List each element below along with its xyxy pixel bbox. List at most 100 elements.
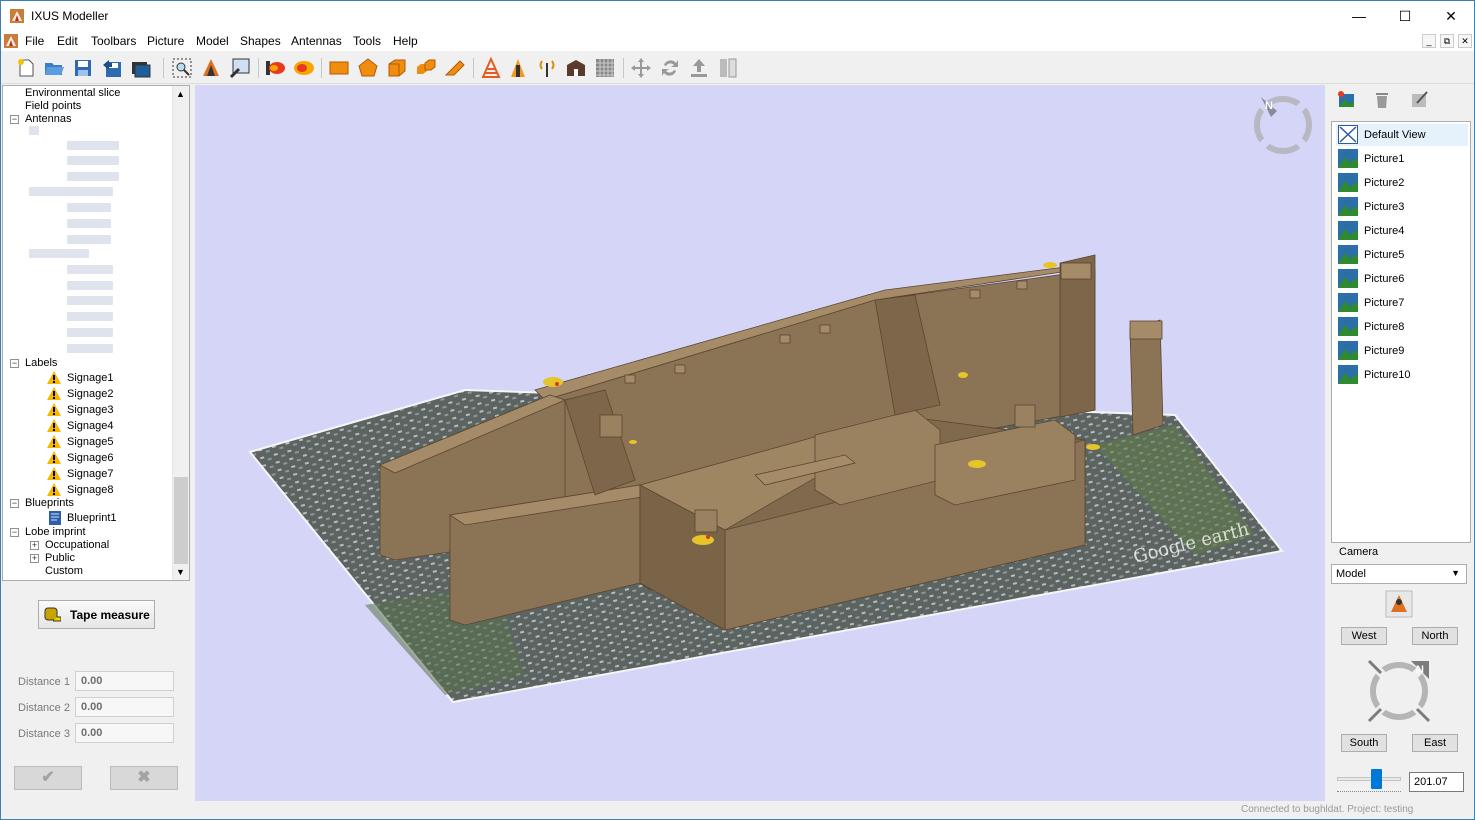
- distance-1-field[interactable]: 0.00: [75, 671, 174, 691]
- tree-item-environmental-slice[interactable]: Environmental slice: [25, 87, 120, 99]
- tree-item-signage[interactable]: Signage2: [67, 388, 114, 400]
- move-icon[interactable]: [630, 57, 652, 79]
- zoom-select-icon[interactable]: [171, 57, 193, 79]
- tape-measure-button[interactable]: Tape measure: [38, 600, 155, 629]
- grid-texture-icon[interactable]: [594, 57, 616, 79]
- mdi-close-button[interactable]: ✕: [1458, 34, 1472, 48]
- tree-item-blueprint1[interactable]: Blueprint1: [67, 512, 117, 524]
- raise-icon[interactable]: [688, 57, 710, 79]
- camera-mode-select[interactable]: Model ▼: [1331, 564, 1467, 584]
- tree-expander-antennas[interactable]: −: [10, 115, 19, 124]
- tree-item-signage[interactable]: Signage1: [67, 372, 114, 384]
- mdi-app-icon[interactable]: [4, 34, 18, 48]
- menu-file[interactable]: File: [25, 34, 44, 48]
- tree-expander-occupational[interactable]: +: [30, 541, 39, 550]
- tree-item-lobe-imprint[interactable]: Lobe imprint: [25, 526, 86, 538]
- open-folder-icon[interactable]: [43, 57, 65, 79]
- edit-picture-icon[interactable]: [1409, 89, 1429, 109]
- tree-expander-public[interactable]: +: [30, 554, 39, 563]
- tree-item-blueprints[interactable]: Blueprints: [25, 497, 74, 509]
- menu-picture[interactable]: Picture: [147, 34, 184, 48]
- camera-position-icon[interactable]: [1385, 590, 1413, 618]
- tree-item-occupational[interactable]: Occupational: [45, 539, 109, 551]
- picture-item[interactable]: Picture9: [1336, 340, 1468, 362]
- menu-help[interactable]: Help: [393, 34, 418, 48]
- building-icon[interactable]: [565, 57, 587, 79]
- tree-item-public[interactable]: Public: [45, 552, 75, 564]
- maximize-button[interactable]: ☐: [1382, 1, 1428, 31]
- menu-toolbars[interactable]: Toolbars: [91, 34, 136, 48]
- tree-expander-labels[interactable]: −: [10, 359, 19, 368]
- menu-shapes[interactable]: Shapes: [240, 34, 281, 48]
- screenshots-icon[interactable]: [130, 57, 152, 79]
- picture-item[interactable]: Picture1: [1336, 148, 1468, 170]
- zoom-slider-thumb[interactable]: [1371, 769, 1382, 789]
- tree-item-signage[interactable]: Signage5: [67, 436, 114, 448]
- zoom-value-field[interactable]: 201.07: [1409, 772, 1464, 792]
- picture-item[interactable]: Picture4: [1336, 220, 1468, 242]
- menu-edit[interactable]: Edit: [57, 34, 78, 48]
- lobe-red-icon[interactable]: [264, 57, 286, 79]
- tree-item-signage[interactable]: Signage6: [67, 452, 114, 464]
- west-button[interactable]: West: [1341, 627, 1387, 645]
- mdi-minimize-button[interactable]: _: [1422, 34, 1436, 48]
- tower-antenna-icon[interactable]: [507, 57, 529, 79]
- picture-item[interactable]: Picture10: [1336, 364, 1468, 386]
- new-file-icon[interactable]: [15, 57, 37, 79]
- picture-item[interactable]: Picture5: [1336, 244, 1468, 266]
- mdi-restore-button[interactable]: ⧉: [1440, 34, 1454, 48]
- mast-antenna-icon[interactable]: [480, 57, 502, 79]
- tree-item-custom[interactable]: Custom: [45, 565, 83, 577]
- picture-item[interactable]: Picture6: [1336, 268, 1468, 290]
- camera-compass-icon[interactable]: N: [1363, 655, 1435, 727]
- tree-scrollbar[interactable]: ▲ ▼: [172, 86, 189, 580]
- slope-shape-icon[interactable]: [444, 57, 466, 79]
- picture-item[interactable]: Picture3: [1336, 196, 1468, 218]
- tree-expander-lobe-imprint[interactable]: −: [10, 528, 19, 537]
- east-button[interactable]: East: [1412, 734, 1458, 752]
- 3d-viewport[interactable]: Google earth N: [195, 85, 1325, 801]
- multi-box-icon[interactable]: [415, 57, 437, 79]
- tree-item-signage[interactable]: Signage7: [67, 468, 114, 480]
- north-button[interactable]: North: [1412, 627, 1458, 645]
- cone-view-icon[interactable]: [200, 57, 222, 79]
- tree-item-field-points[interactable]: Field points: [25, 100, 81, 112]
- menu-model[interactable]: Model: [196, 34, 229, 48]
- tree-item-signage[interactable]: Signage4: [67, 420, 114, 432]
- save-as-icon[interactable]: [101, 57, 123, 79]
- distance-2-field[interactable]: 0.00: [75, 697, 174, 717]
- scroll-up-arrow-icon[interactable]: ▲: [176, 89, 185, 99]
- tree-item-signage[interactable]: Signage3: [67, 404, 114, 416]
- new-picture-icon[interactable]: [1336, 89, 1356, 109]
- distance-3-field[interactable]: 0.00: [75, 723, 174, 743]
- rotate-icon[interactable]: [659, 57, 681, 79]
- delete-picture-icon[interactable]: [1372, 89, 1392, 109]
- picture-item[interactable]: Picture8: [1336, 316, 1468, 338]
- viewport-compass[interactable]: N: [1250, 92, 1316, 158]
- picture-item-default-view[interactable]: Default View: [1336, 124, 1468, 146]
- tree-item-labels[interactable]: Labels: [25, 357, 57, 369]
- tree-item-antennas[interactable]: Antennas: [25, 113, 71, 125]
- picture-tool-icon[interactable]: [229, 57, 251, 79]
- accept-button[interactable]: ✔: [14, 766, 82, 790]
- polygon-shape-icon[interactable]: [357, 57, 379, 79]
- menu-tools[interactable]: Tools: [353, 34, 381, 48]
- picture-item[interactable]: Picture7: [1336, 292, 1468, 314]
- minimize-button[interactable]: —: [1336, 1, 1382, 31]
- tree-expander-blueprints[interactable]: −: [10, 499, 19, 508]
- zoom-slider[interactable]: [1337, 777, 1401, 781]
- split-view-icon[interactable]: [717, 57, 739, 79]
- 3d-scene[interactable]: Google earth N: [195, 85, 1325, 801]
- scroll-down-arrow-icon[interactable]: ▼: [176, 567, 185, 577]
- picture-item[interactable]: Picture2: [1336, 172, 1468, 194]
- wireless-antenna-icon[interactable]: [536, 57, 558, 79]
- scroll-thumb[interactable]: [174, 477, 188, 564]
- save-icon[interactable]: [72, 57, 94, 79]
- tree-item-signage[interactable]: Signage8: [67, 484, 114, 496]
- menu-antennas[interactable]: Antennas: [291, 34, 342, 48]
- box-shape-icon[interactable]: [386, 57, 408, 79]
- rectangle-shape-icon[interactable]: [328, 57, 350, 79]
- south-button[interactable]: South: [1341, 734, 1387, 752]
- cancel-button[interactable]: ✖: [110, 766, 178, 790]
- lobe-imprint-icon[interactable]: [293, 57, 315, 79]
